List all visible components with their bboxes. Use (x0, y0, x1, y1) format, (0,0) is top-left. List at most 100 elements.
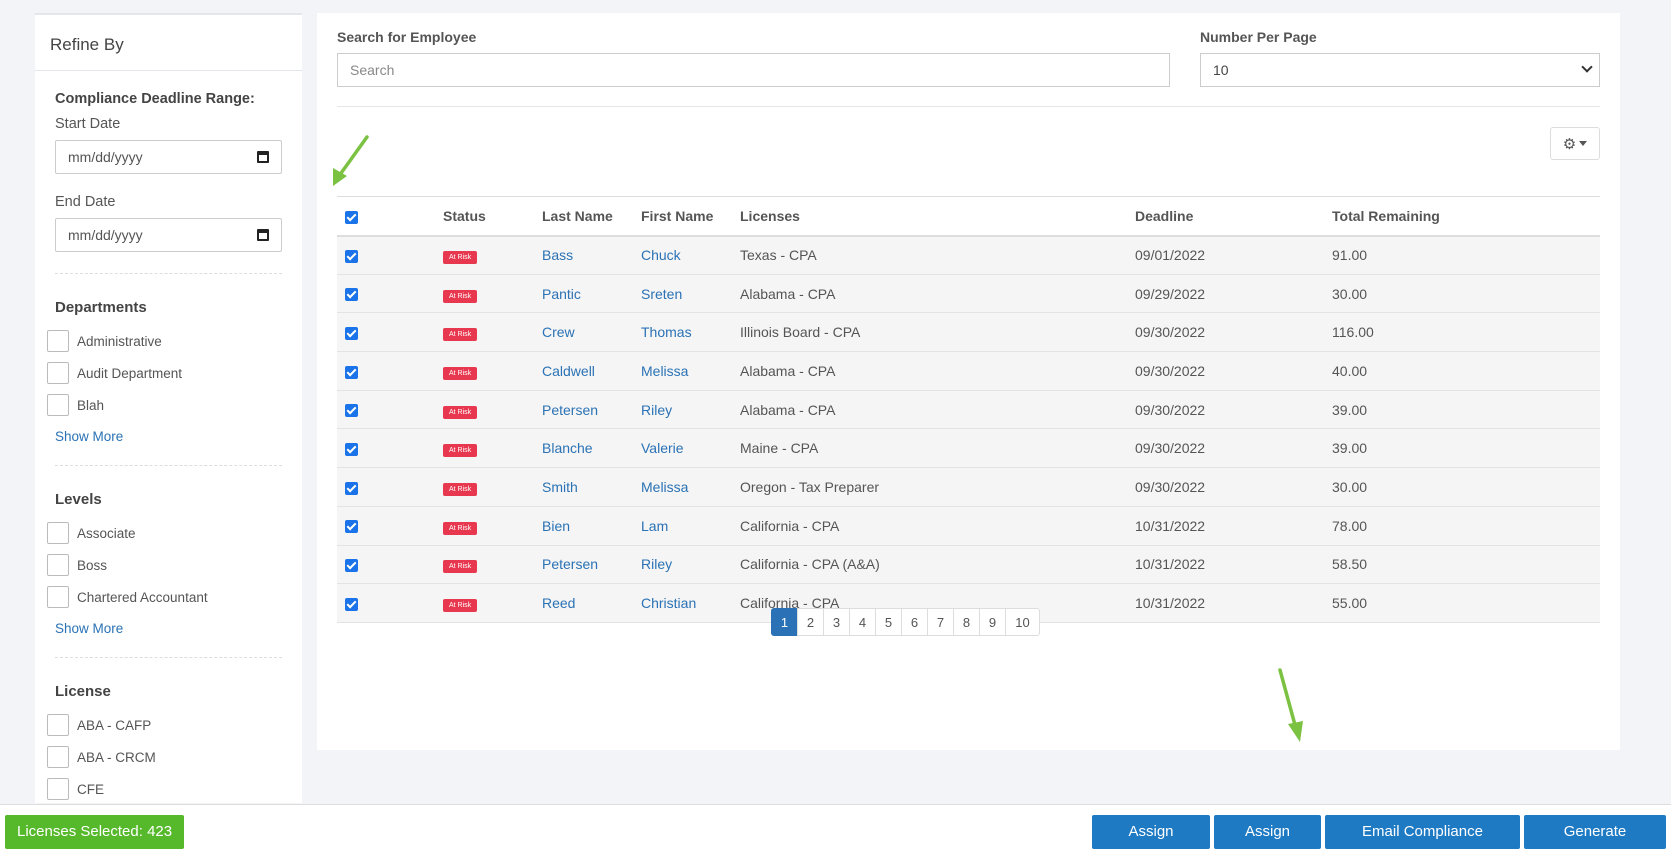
select-all-checkbox[interactable] (345, 210, 358, 224)
row-checkbox[interactable] (345, 520, 358, 534)
table-row[interactable]: At Risk Bass Chuck Texas - CPA 09/01/2022 91.… (337, 235, 1600, 275)
table-row[interactable]: At Risk Pantic Sreten Alabama - CPA 09/29/20… (337, 273, 1600, 313)
column-header[interactable]: Status (443, 196, 542, 237)
page-link[interactable]: 6 (901, 608, 928, 636)
row-checkbox[interactable] (345, 404, 358, 418)
total-remaining-cell: 39.00 (1332, 389, 1600, 429)
email-compliance-reports-button[interactable]: Email Compliance Reports (1325, 815, 1520, 849)
column-header[interactable]: Total Remaining (1332, 196, 1600, 237)
column-header[interactable]: Last Name (542, 196, 641, 237)
department-option[interactable]: Administrative (47, 325, 282, 357)
first-name-link[interactable]: Thomas (641, 312, 740, 352)
first-name-link[interactable]: Christian (641, 583, 740, 623)
row-select-cell[interactable] (337, 428, 443, 468)
row-select-cell[interactable] (337, 235, 443, 275)
checkbox[interactable] (47, 362, 69, 384)
column-header[interactable]: Deadline (1135, 196, 1332, 237)
checkbox[interactable] (47, 778, 69, 800)
page-link[interactable]: 7 (927, 608, 954, 636)
search-input[interactable]: Search (337, 53, 1170, 87)
table-row[interactable]: At Risk Bien Lam California - CPA 10/31/2022… (337, 505, 1600, 545)
end-date-input[interactable]: mm/dd/yyyy (55, 218, 282, 252)
level-option[interactable]: Boss (47, 549, 282, 581)
last-name-link[interactable]: Pantic (542, 273, 641, 313)
page-link[interactable]: 8 (953, 608, 980, 636)
page-link[interactable]: 10 (1005, 608, 1040, 636)
table-row[interactable]: At Risk Petersen Riley California - CPA (A&… (337, 544, 1600, 584)
table-row[interactable]: At Risk Crew Thomas Illinois Board - CPA 09/… (337, 312, 1600, 352)
last-name-link[interactable]: Petersen (542, 544, 641, 584)
row-checkbox[interactable] (345, 597, 358, 611)
level-option[interactable]: Associate (47, 517, 282, 549)
column-settings-button[interactable]: ⚙ (1550, 127, 1600, 160)
row-checkbox[interactable] (345, 327, 358, 341)
row-checkbox[interactable] (345, 443, 358, 457)
calendar-icon[interactable] (257, 151, 269, 163)
last-name-link[interactable]: Caldwell (542, 351, 641, 391)
first-name-link[interactable]: Lam (641, 505, 740, 545)
first-name-link[interactable]: Riley (641, 389, 740, 429)
level-option[interactable]: Chartered Accountant (47, 581, 282, 613)
checkbox[interactable] (47, 522, 69, 544)
page-link[interactable]: 5 (875, 608, 902, 636)
last-name-link[interactable]: Reed (542, 583, 641, 623)
department-option[interactable]: Blah (47, 389, 282, 421)
page-link[interactable]: 3 (823, 608, 850, 636)
last-name-link[interactable]: Crew (542, 312, 641, 352)
licenses-selected-button[interactable]: Licenses Selected: 423 (5, 815, 185, 849)
first-name-link[interactable]: Chuck (641, 235, 740, 275)
row-checkbox[interactable] (345, 288, 358, 302)
checkbox[interactable] (47, 554, 69, 576)
last-name-link[interactable]: Bass (542, 235, 641, 275)
first-name-link[interactable]: Melissa (641, 351, 740, 391)
checkbox[interactable] (47, 330, 69, 352)
table-row[interactable]: At Risk Smith Melissa Oregon - Tax Preparer… (337, 467, 1600, 507)
row-checkbox[interactable] (345, 365, 358, 379)
table-row[interactable]: At Risk Blanche Valerie Maine - CPA 09/30/20… (337, 428, 1600, 468)
row-select-cell[interactable] (337, 505, 443, 545)
row-select-cell[interactable] (337, 389, 443, 429)
row-select-cell[interactable] (337, 351, 443, 391)
department-option[interactable]: Audit Department (47, 357, 282, 389)
page-link[interactable]: 2 (797, 608, 824, 636)
first-name-link[interactable]: Melissa (641, 467, 740, 507)
calendar-icon[interactable] (257, 229, 269, 241)
page-link[interactable]: 4 (849, 608, 876, 636)
row-select-cell[interactable] (337, 312, 443, 352)
column-header[interactable]: First Name (641, 196, 740, 237)
levels-show-more[interactable]: Show More (55, 621, 123, 636)
row-checkbox[interactable] (345, 481, 358, 495)
last-name-link[interactable]: Bien (542, 505, 641, 545)
row-select-cell[interactable] (337, 583, 443, 623)
checkbox[interactable] (47, 394, 69, 416)
first-name-link[interactable]: Sreten (641, 273, 740, 313)
last-name-link[interactable]: Petersen (542, 389, 641, 429)
row-checkbox[interactable] (345, 249, 358, 263)
page-link[interactable]: 9 (979, 608, 1006, 636)
start-date-input[interactable]: mm/dd/yyyy (55, 140, 282, 174)
checkbox[interactable] (47, 746, 69, 768)
column-header[interactable]: Licenses (740, 196, 1135, 237)
assign-course-button[interactable]: Assign Course (1092, 815, 1210, 849)
first-name-link[interactable]: Riley (641, 544, 740, 584)
row-checkbox[interactable] (345, 559, 358, 573)
license-option[interactable]: CFE (47, 773, 282, 805)
select-all-header[interactable] (337, 196, 443, 237)
row-select-cell[interactable] (337, 467, 443, 507)
row-select-cell[interactable] (337, 273, 443, 313)
last-name-link[interactable]: Smith (542, 467, 641, 507)
page-link[interactable]: 1 (771, 608, 798, 636)
license-option[interactable]: ABA - CAFP (47, 709, 282, 741)
first-name-link[interactable]: Valerie (641, 428, 740, 468)
generate-reports-button[interactable]: Generate Reports (1524, 815, 1666, 849)
last-name-link[interactable]: Blanche (542, 428, 641, 468)
table-row[interactable]: At Risk Petersen Riley Alabama - CPA 09/30/2… (337, 389, 1600, 429)
checkbox[interactable] (47, 714, 69, 736)
assign-track-button[interactable]: Assign Track (1214, 815, 1321, 849)
license-option[interactable]: ABA - CRCM (47, 741, 282, 773)
checkbox[interactable] (47, 586, 69, 608)
table-row[interactable]: At Risk Caldwell Melissa Alabama - CPA 09/30… (337, 351, 1600, 391)
number-per-page-select[interactable]: 10 (1200, 53, 1600, 87)
row-select-cell[interactable] (337, 544, 443, 584)
departments-show-more[interactable]: Show More (55, 429, 123, 444)
